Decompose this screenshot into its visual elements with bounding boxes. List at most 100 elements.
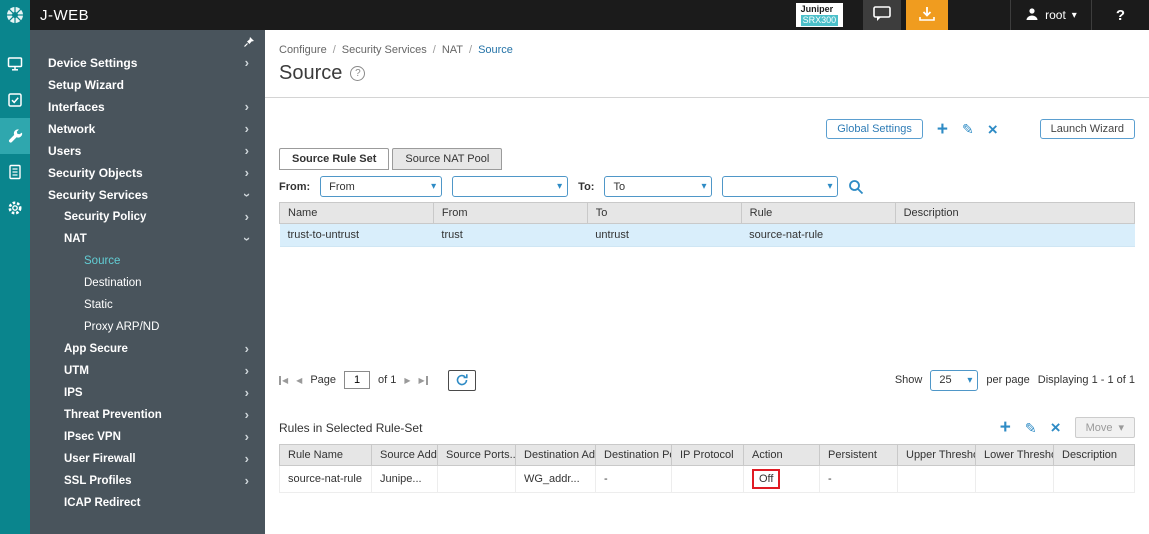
edit-rule-set-icon[interactable]: ✎ — [962, 122, 974, 136]
from-select[interactable]: From ▾ — [320, 176, 443, 197]
column-header-description[interactable]: Description — [1053, 444, 1135, 466]
cell-upper-threshold — [897, 465, 976, 493]
to-select[interactable]: To ▾ — [604, 176, 713, 197]
user-name: root — [1045, 8, 1066, 22]
sidebar-item-label: App Secure — [64, 343, 128, 355]
tab-source-nat-pool[interactable]: Source NAT Pool — [392, 148, 503, 170]
column-header-upper-threshold[interactable]: Upper Threshold — [897, 444, 976, 466]
sidebar-item-network[interactable]: Network — [30, 118, 265, 140]
sidebar-item-utm[interactable]: UTM — [30, 360, 265, 382]
pagination-bar: ◀ ◀ Page of 1 ▶ ▶ Show 25 ▾ per page Dis… — [279, 369, 1135, 391]
column-header-source-ports[interactable]: Source Ports... — [437, 444, 516, 466]
global-settings-button[interactable]: Global Settings — [826, 119, 923, 139]
previous-page-button[interactable]: ◀ — [296, 376, 302, 385]
table-row[interactable]: trust-to-untrust trust untrust source-na… — [279, 223, 1135, 247]
tabs: Source Rule Set Source NAT Pool — [279, 148, 1135, 170]
sidebar-item-security-objects[interactable]: Security Objects — [30, 162, 265, 184]
sidebar-item-security-services[interactable]: Security Services — [30, 184, 265, 206]
sidebar-item-ipsec-vpn[interactable]: IPsec VPN — [30, 426, 265, 448]
download-icon — [918, 6, 936, 25]
move-button-label: Move — [1085, 421, 1113, 434]
add-rule-icon[interactable]: + — [1000, 418, 1011, 437]
sidebar-item-label: Setup Wizard — [48, 78, 124, 92]
breadcrumb-nat[interactable]: NAT — [442, 44, 478, 56]
add-rule-set-icon[interactable]: + — [937, 120, 948, 139]
sidebar-item-destination[interactable]: Destination — [30, 272, 265, 294]
sidebar-item-security-policy[interactable]: Security Policy — [30, 206, 265, 228]
tab-source-rule-set[interactable]: Source Rule Set — [279, 148, 390, 170]
next-page-button[interactable]: ▶ — [404, 376, 410, 385]
displaying-label: Displaying 1 - 1 of 1 — [1037, 374, 1135, 386]
breadcrumb-configure[interactable]: Configure — [279, 44, 342, 56]
previous-page-icon: ◀ — [296, 375, 303, 385]
help-button[interactable]: ? — [1092, 7, 1149, 24]
sidebar-item-threat-prevention[interactable]: Threat Prevention — [30, 404, 265, 426]
last-page-button[interactable]: ▶ — [419, 375, 428, 385]
page-help-icon[interactable]: ? — [350, 66, 366, 81]
table-row[interactable]: source-nat-rule Junipe... WG_addr... - O… — [279, 465, 1135, 493]
sidebar-item-static[interactable]: Static — [30, 294, 265, 316]
page-size-select[interactable]: 25 ▾ — [930, 369, 979, 391]
sidebar-item-ips[interactable]: IPS — [30, 382, 265, 404]
breadcrumb-security-services[interactable]: Security Services — [342, 44, 442, 56]
rule-set-table: Name From To Rule Description trust-to-u… — [279, 202, 1136, 247]
move-button[interactable]: Move ▾ — [1074, 417, 1135, 438]
sidebar-item-users[interactable]: Users — [30, 140, 265, 162]
to-select-value: To — [613, 180, 626, 193]
delete-rule-icon[interactable]: × — [1051, 419, 1061, 436]
sidebar-item-user-firewall[interactable]: User Firewall — [30, 448, 265, 470]
sidebar-item-ssl-profiles[interactable]: SSL Profiles — [30, 470, 265, 492]
page-number-input[interactable] — [344, 371, 371, 389]
column-header-description[interactable]: Description — [894, 202, 1136, 224]
monitor-icon[interactable] — [0, 82, 30, 118]
column-header-destination-address[interactable]: Destination Addr... — [515, 444, 596, 466]
sidebar-item-label: Security Policy — [64, 211, 147, 223]
column-header-action[interactable]: Action — [743, 444, 820, 466]
user-icon — [1025, 7, 1039, 24]
sidebar-item-label: ICAP Redirect — [64, 497, 141, 509]
column-header-destination-port[interactable]: Destination Port — [595, 444, 672, 466]
gear-icon[interactable] — [0, 190, 30, 226]
column-header-source-address[interactable]: Source Addre... — [371, 444, 438, 466]
download-button[interactable] — [906, 0, 949, 30]
column-header-rule-name[interactable]: Rule Name — [279, 444, 372, 466]
user-menu[interactable]: root ▾ — [1010, 0, 1092, 30]
column-header-name[interactable]: Name — [279, 202, 434, 224]
sidebar-item-source[interactable]: Source — [30, 250, 265, 272]
sidebar-item-label: Users — [48, 144, 82, 158]
sidebar-item-device-settings[interactable]: Device Settings — [30, 52, 265, 74]
refresh-button[interactable] — [447, 369, 476, 391]
sidebar-item-label: Security Objects — [48, 166, 143, 180]
toolbar: Global Settings + ✎ × Launch Wizard — [279, 118, 1135, 140]
per-page-label: per page — [986, 374, 1030, 386]
delete-rule-set-icon[interactable]: × — [988, 121, 998, 138]
sidebar-item-interfaces[interactable]: Interfaces — [30, 96, 265, 118]
column-header-persistent[interactable]: Persistent — [819, 444, 898, 466]
launch-wizard-button[interactable]: Launch Wizard — [1039, 119, 1135, 139]
sidebar-item-label: Threat Prevention — [64, 409, 162, 421]
page-size-value: 25 — [939, 374, 952, 386]
sidebar-item-icap-redirect[interactable]: ICAP Redirect — [30, 492, 265, 514]
cell-from: trust — [433, 223, 588, 247]
edit-rule-icon[interactable]: ✎ — [1025, 421, 1037, 435]
sidebar-item-nat[interactable]: NAT — [30, 228, 265, 250]
configure-icon[interactable] — [0, 118, 30, 154]
first-page-button[interactable]: ◀ — [279, 375, 288, 385]
sidebar-item-setup-wizard[interactable]: Setup Wizard — [30, 74, 265, 96]
pin-icon[interactable] — [243, 36, 255, 51]
dashboard-icon[interactable] — [0, 46, 30, 82]
main-content: ConfigureSecurity ServicesNATSource Sour… — [265, 30, 1149, 534]
column-header-from[interactable]: From — [432, 202, 588, 224]
column-header-lower-threshold[interactable]: Lower Threshold — [975, 444, 1054, 466]
column-header-to[interactable]: To — [586, 202, 742, 224]
sidebar-item-app-secure[interactable]: App Secure — [30, 338, 265, 360]
to-zone-select[interactable]: ▾ — [722, 176, 839, 197]
sidebar-item-proxy-arp-nd[interactable]: Proxy ARP/ND — [30, 316, 265, 338]
feedback-button[interactable] — [863, 0, 902, 30]
column-header-rule[interactable]: Rule — [740, 202, 896, 224]
column-header-ip-protocol[interactable]: IP Protocol — [671, 444, 744, 466]
report-icon[interactable] — [0, 154, 30, 190]
from-zone-select[interactable]: ▾ — [452, 176, 569, 197]
search-icon[interactable] — [848, 179, 864, 195]
from-select-value: From — [329, 180, 355, 193]
